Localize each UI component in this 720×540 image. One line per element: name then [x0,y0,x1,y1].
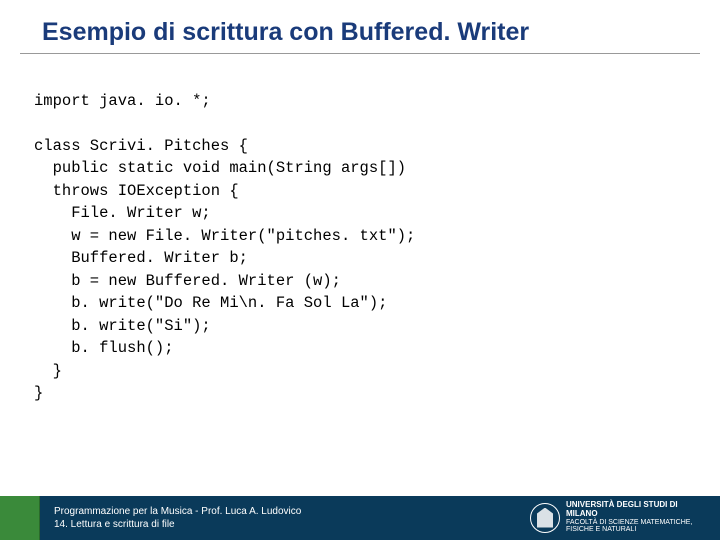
code-line: import java. io. *; [34,92,211,110]
code-line: b. flush(); [34,339,174,357]
footer-line1: Programmazione per la Musica - Prof. Luc… [54,505,301,518]
code-line: b = new Buffered. Writer (w); [34,272,341,290]
code-line: throws IOException { [34,182,239,200]
footer-text: Programmazione per la Musica - Prof. Luc… [40,505,301,531]
code-example: import java. io. *; class Scrivi. Pitche… [0,54,720,405]
code-line: public static void main(String args[]) [34,159,406,177]
slide-footer: Programmazione per la Musica - Prof. Luc… [0,496,720,540]
code-line: File. Writer w; [34,204,211,222]
footer-logo-text: UNIVERSITÀ DEGLI STUDI DI MILANO FACOLTÀ… [566,501,706,534]
code-line: } [34,362,62,380]
university-seal-icon [530,503,560,533]
footer-accent [0,496,40,540]
code-line: w = new File. Writer("pitches. txt"); [34,227,415,245]
code-line: class Scrivi. Pitches { [34,137,248,155]
faculty-name-1: FACOLTÀ DI SCIENZE MATEMATICHE, [566,519,706,527]
code-line: b. write("Do Re Mi\n. Fa Sol La"); [34,294,387,312]
footer-logo: UNIVERSITÀ DEGLI STUDI DI MILANO FACOLTÀ… [530,501,706,534]
footer-line2: 14. Lettura e scrittura di file [54,518,301,531]
code-line: Buffered. Writer b; [34,249,248,267]
university-name: UNIVERSITÀ DEGLI STUDI DI MILANO [566,501,706,519]
faculty-name-2: FISICHE E NATURALI [566,526,706,534]
code-line: b. write("Si"); [34,317,211,335]
code-line: } [34,384,43,402]
slide-title: Esempio di scrittura con Buffered. Write… [0,0,720,53]
